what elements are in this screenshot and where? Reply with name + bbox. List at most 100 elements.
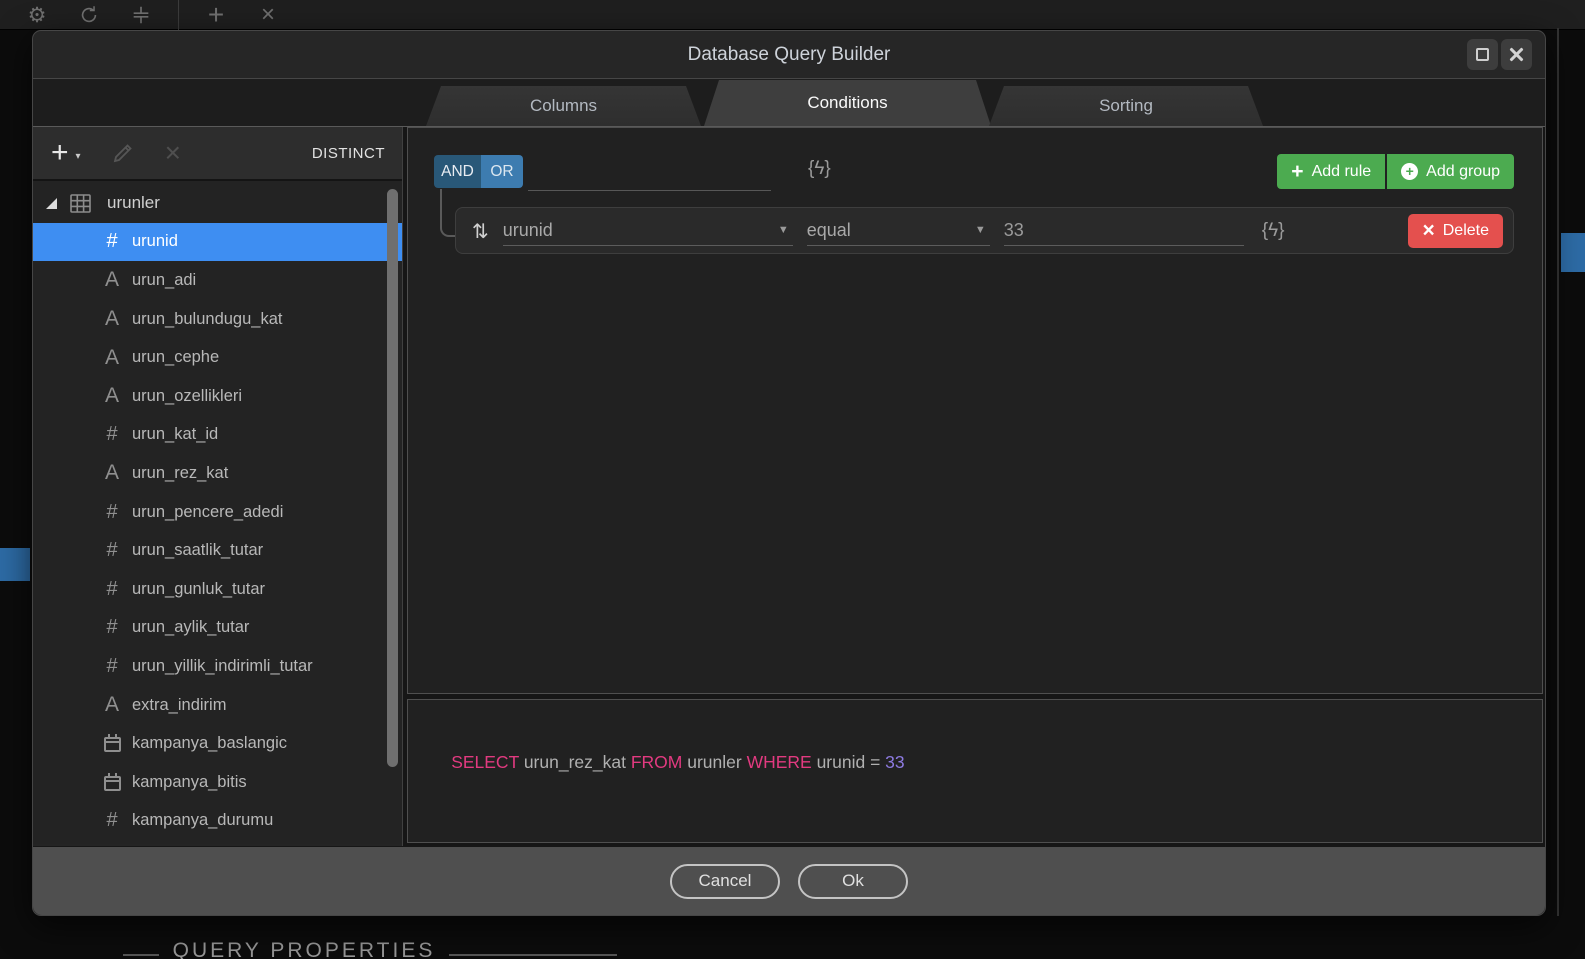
field-type-icon: #: [97, 809, 127, 832]
tab[interactable]: Sorting: [989, 86, 1263, 126]
tab-label: Conditions: [807, 93, 887, 113]
field-label: urun_pencere_adedi: [132, 503, 283, 522]
database-query-builder-dialog: Database Query Builder Columns Conditions…: [32, 30, 1546, 916]
add-column-button[interactable]: + ▾: [51, 138, 81, 168]
field-type-icon: A: [97, 346, 127, 370]
field-label: urunid: [132, 232, 178, 251]
field-label: urun_rez_kat: [132, 464, 228, 483]
columns-tree-panel: + ▾ × DISTINCT urunler: [33, 127, 403, 846]
field-type-icon: #: [97, 578, 127, 601]
operator-select-value: equal: [807, 220, 851, 241]
tree-item-field[interactable]: A urun_adi: [33, 261, 402, 300]
tree-item-field[interactable]: # urun_pencere_adedi: [33, 493, 402, 532]
chevron-down-icon: ▾: [76, 151, 81, 162]
dialog-titlebar[interactable]: Database Query Builder: [33, 31, 1545, 78]
expander-icon[interactable]: [46, 198, 57, 209]
add-group-button[interactable]: + Add group: [1387, 154, 1514, 189]
settings-icon[interactable]: ⚙: [22, 0, 52, 30]
table-name: urunler: [107, 193, 160, 213]
refresh-icon[interactable]: [74, 0, 104, 30]
tree-scrollbar: [387, 187, 399, 835]
background-panel-edge: [1557, 28, 1559, 916]
divider-line: [123, 954, 159, 956]
tree-item-field[interactable]: kampanya_bitis: [33, 763, 402, 802]
value-input-text: 33: [1004, 220, 1024, 241]
circle-plus-icon: +: [1401, 163, 1418, 180]
columns-tree: urunler # urunid A urun_adi A urun_bulun…: [33, 181, 402, 844]
group-condition-input[interactable]: [528, 190, 771, 191]
field-type-icon: A: [97, 268, 127, 292]
tree-item-field[interactable]: A extra_indirim: [33, 686, 402, 725]
tree-item-field[interactable]: A urun_ozellikleri: [33, 377, 402, 416]
remove-button[interactable]: ×: [165, 139, 181, 167]
field-type-icon: #: [97, 501, 127, 524]
tree-item-field[interactable]: # urunid: [33, 223, 402, 262]
add-icon[interactable]: +: [201, 0, 231, 30]
rule-connector-line: [440, 189, 456, 237]
maximize-button[interactable]: [1467, 39, 1498, 70]
delete-rule-button[interactable]: × Delete: [1408, 214, 1503, 248]
conjunction-toggle: AND OR: [434, 155, 523, 188]
tree-item-field[interactable]: # urun_gunluk_tutar: [33, 570, 402, 609]
add-buttons-group: + Add rule + Add group: [1277, 154, 1514, 189]
field-label: urun_ozellikleri: [132, 387, 242, 406]
add-group-label: Add group: [1426, 163, 1500, 181]
tree-item-field[interactable]: # urun_saatlik_tutar: [33, 531, 402, 570]
or-toggle[interactable]: OR: [481, 155, 523, 188]
conditions-panel: AND OR {ϟ} + Add rule + Add group ⇅ ur: [407, 127, 1543, 694]
field-label: urun_kat_id: [132, 425, 218, 444]
sql-token: FROM: [631, 752, 683, 772]
dock-layout-icon[interactable]: [126, 0, 156, 30]
operator-select[interactable]: equal ▼: [807, 215, 990, 246]
close-tab-icon[interactable]: ×: [253, 0, 283, 30]
field-type-icon: #: [97, 230, 127, 253]
sql-token: urunler: [682, 752, 746, 772]
and-toggle[interactable]: AND: [434, 155, 481, 188]
expression-icon[interactable]: {ϟ}: [808, 158, 831, 180]
tree-item-field[interactable]: # kampanya_durumu: [33, 802, 402, 841]
add-rule-button[interactable]: + Add rule: [1277, 154, 1385, 189]
chevron-down-icon: ▼: [778, 224, 789, 236]
add-rule-label: Add rule: [1312, 163, 1372, 181]
edit-button[interactable]: [111, 141, 135, 165]
sql-token: urunid =: [812, 752, 885, 772]
tree-item-field[interactable]: # urun_kat_id: [33, 416, 402, 455]
sql-statement: SELECT urun_rez_kat FROM urunler WHERE u…: [422, 710, 1528, 773]
delete-label: Delete: [1443, 222, 1489, 240]
ok-button[interactable]: Ok: [798, 864, 908, 899]
close-button[interactable]: [1501, 39, 1532, 70]
tree-item-field[interactable]: A urun_cephe: [33, 338, 402, 377]
query-properties-section: QUERY PROPERTIES: [0, 936, 740, 959]
chevron-down-icon: ▼: [975, 224, 986, 236]
tree-scrollbar-thumb[interactable]: [387, 189, 398, 767]
reorder-icon[interactable]: ⇅: [472, 219, 489, 243]
close-icon: [1508, 46, 1525, 63]
plus-icon: +: [51, 138, 69, 168]
field-select[interactable]: urunid ▼: [503, 215, 793, 246]
tree-item-field[interactable]: # urun_yillik_indirimli_tutar: [33, 647, 402, 686]
field-label: urun_saatlik_tutar: [132, 541, 263, 560]
tab-label: Columns: [530, 96, 597, 116]
field-type-icon: A: [97, 693, 127, 717]
expression-icon[interactable]: {ϟ}: [1262, 220, 1285, 242]
value-input[interactable]: 33: [1004, 215, 1244, 246]
sql-token: urun_rez_kat: [519, 752, 631, 772]
dialog-title: Database Query Builder: [33, 31, 1545, 78]
tree-item-field[interactable]: kampanya_baslangic: [33, 724, 402, 763]
tree-toolbar: + ▾ × DISTINCT: [33, 127, 402, 181]
field-type-icon: #: [97, 539, 127, 562]
sql-preview-panel[interactable]: SELECT urun_rez_kat FROM urunler WHERE u…: [407, 699, 1543, 843]
field-select-value: urunid: [503, 220, 553, 241]
tab[interactable]: Columns: [426, 86, 701, 126]
distinct-toggle[interactable]: DISTINCT: [312, 145, 385, 162]
tree-item-field[interactable]: A urun_bulundugu_kat: [33, 300, 402, 339]
tree-item-table[interactable]: urunler: [33, 184, 402, 223]
field-label: urun_cephe: [132, 348, 219, 367]
cancel-button[interactable]: Cancel: [670, 864, 780, 899]
tree-item-field[interactable]: # urun_aylik_tutar: [33, 609, 402, 648]
field-label: extra_indirim: [132, 696, 226, 715]
tree-item-field[interactable]: A urun_rez_kat: [33, 454, 402, 493]
field-type-icon: #: [97, 616, 127, 639]
background-blue-strip-left: [0, 548, 30, 581]
tab[interactable]: Conditions: [704, 80, 991, 126]
